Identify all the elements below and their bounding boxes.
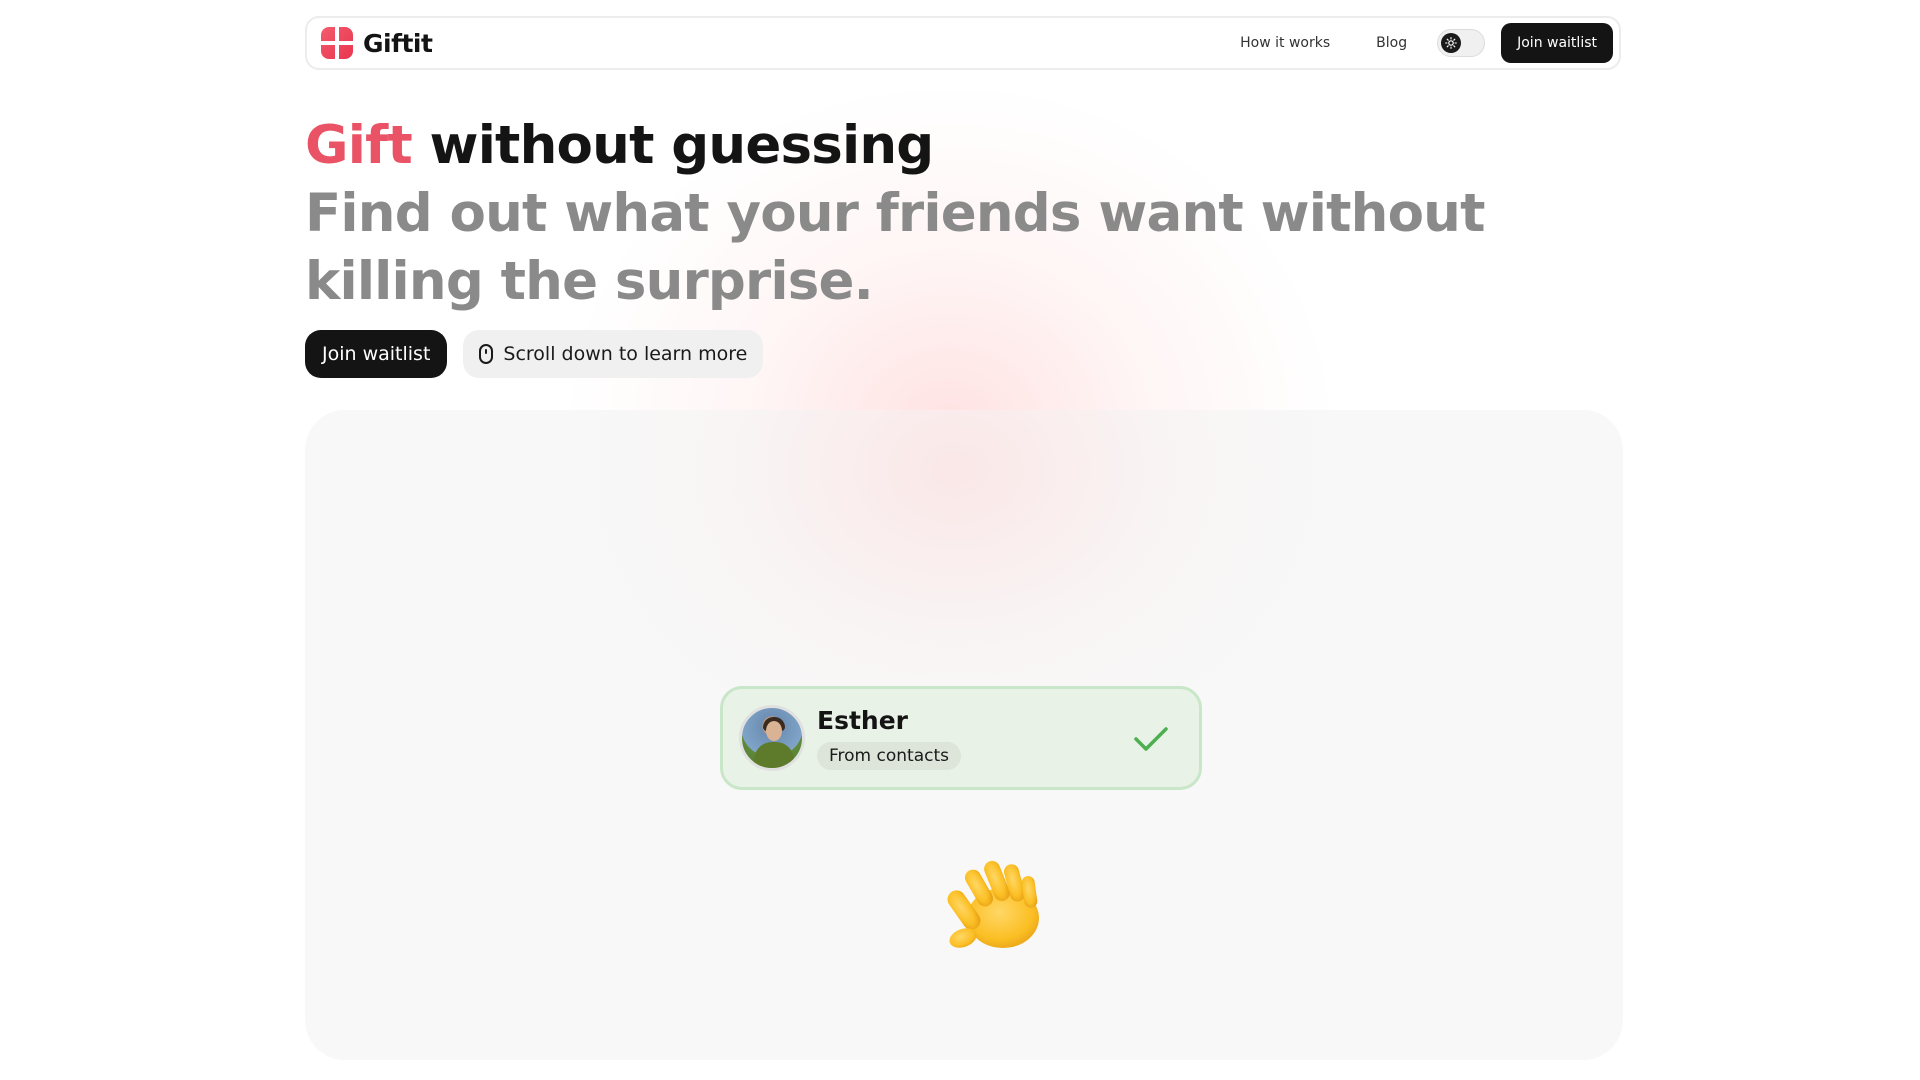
brand-name: Giftit bbox=[363, 28, 433, 58]
headline-rest: without guessing bbox=[411, 115, 935, 176]
theme-toggle-icon bbox=[1441, 33, 1462, 53]
theme-toggle[interactable] bbox=[1437, 29, 1486, 57]
nav-join-waitlist-button[interactable]: Join waitlist bbox=[1501, 23, 1613, 63]
check-icon bbox=[1134, 727, 1168, 751]
contact-name: Esther bbox=[817, 706, 908, 735]
logo-icon bbox=[321, 27, 353, 59]
hero-subtitle: Find out what your friends want without … bbox=[305, 183, 1485, 312]
hero-cta-row: Join waitlist Scroll down to learn more bbox=[305, 330, 764, 378]
sun-icon bbox=[1445, 37, 1458, 49]
avatar-head bbox=[766, 721, 782, 741]
nav-link-how-it-works[interactable]: How it works bbox=[1240, 35, 1330, 51]
hero-headline: Gift without guessing bbox=[305, 112, 1645, 180]
join-waitlist-button[interactable]: Join waitlist bbox=[305, 330, 448, 378]
headline-accent: Gift bbox=[305, 115, 413, 176]
avatar bbox=[739, 705, 805, 771]
avatar-body bbox=[754, 742, 794, 768]
showcase-panel: Esther From contacts bbox=[305, 410, 1623, 1060]
contact-source-badge: From contacts bbox=[817, 742, 961, 770]
contact-card[interactable]: Esther From contacts bbox=[720, 686, 1202, 790]
top-navbar: Giftit How it works Blog Join waitlist bbox=[305, 16, 1621, 70]
scroll-down-label: Scroll down to learn more bbox=[503, 343, 748, 365]
nav-links: How it works Blog Join waitlist bbox=[1240, 23, 1613, 63]
waving-hand-icon bbox=[947, 860, 1039, 948]
contact-info: Esther From contacts bbox=[817, 706, 961, 770]
scroll-down-button[interactable]: Scroll down to learn more bbox=[463, 330, 764, 378]
brand-logo[interactable]: Giftit bbox=[321, 27, 433, 59]
hero-section: Gift without guessing Find out what your… bbox=[305, 112, 1645, 316]
mouse-scroll-icon bbox=[479, 344, 494, 364]
nav-link-blog[interactable]: Blog bbox=[1376, 35, 1407, 51]
